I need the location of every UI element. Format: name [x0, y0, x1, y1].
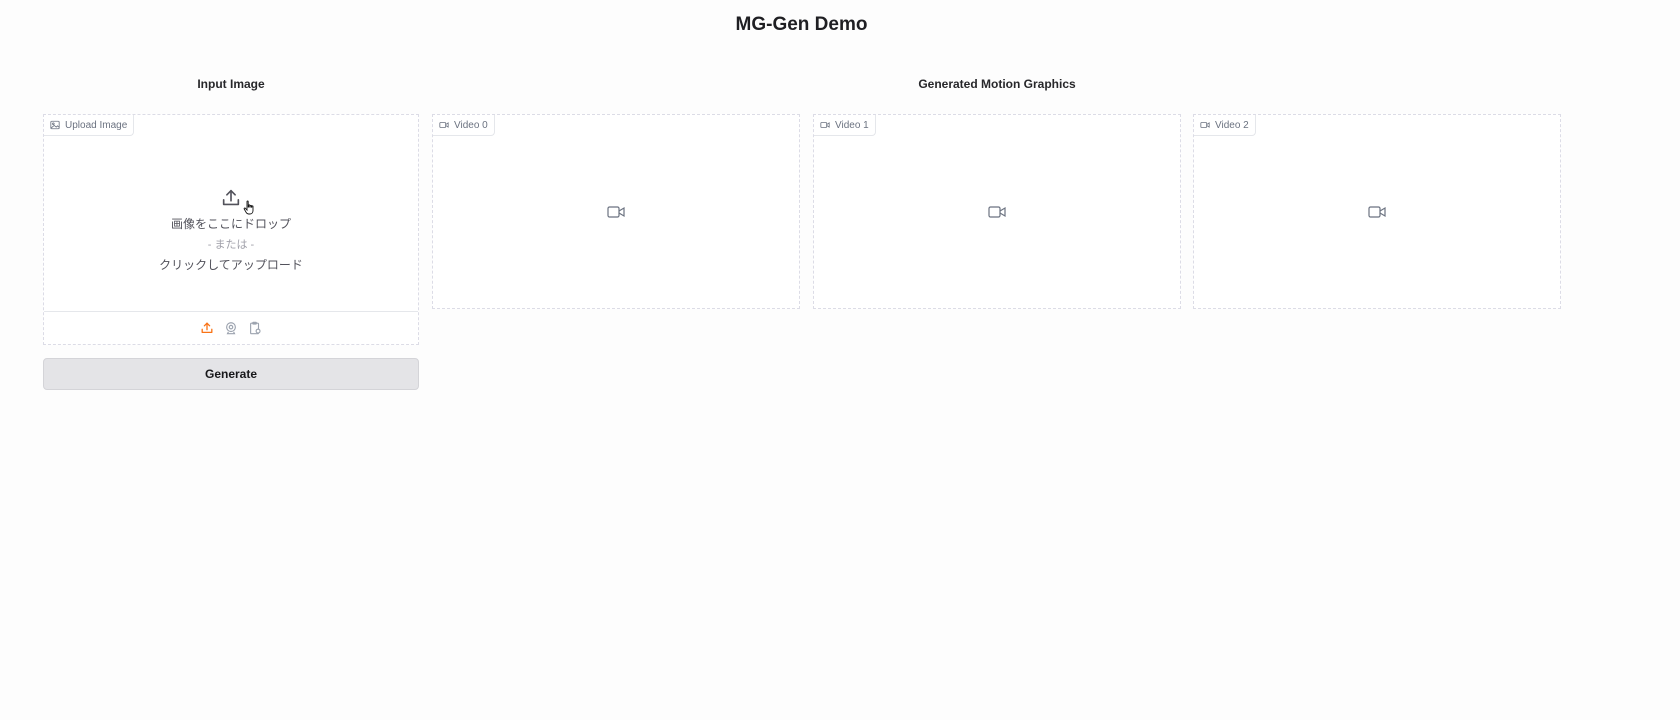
page-title: MG-Gen Demo	[735, 14, 868, 35]
video-0-label: Video 0	[454, 119, 488, 131]
clipboard-icon	[250, 321, 261, 335]
upload-icon	[201, 322, 213, 334]
input-image-heading: Input Image	[197, 77, 265, 91]
upload-image-tag-label: Upload Image	[65, 119, 128, 131]
image-upload-panel: Upload Image 画像をここにドロップ - または - クリックしてアッ…	[43, 114, 419, 345]
video-2-tag: Video 2	[1194, 115, 1256, 136]
video-0-tag: Video 0	[433, 115, 495, 136]
image-drop-zone[interactable]: 画像をここにドロップ - または - クリックしてアップロード	[44, 135, 418, 311]
app-page: MG-Gen Demo Input Image Generated Motion…	[0, 0, 1680, 720]
video-placeholder-icon	[1368, 205, 1386, 218]
upload-source-button[interactable]	[199, 320, 215, 336]
hand-cursor-icon	[243, 200, 254, 215]
clipboard-source-button[interactable]	[247, 320, 263, 336]
source-selector-bar	[44, 311, 418, 344]
upload-image-tag: Upload Image	[44, 115, 135, 136]
video-2-panel: Video 2	[1193, 114, 1561, 309]
drop-here-text: 画像をここにドロップ	[170, 217, 291, 231]
image-icon	[50, 120, 60, 130]
video-icon	[439, 122, 449, 128]
video-placeholder-icon	[988, 205, 1006, 218]
video-1-tag: Video 1	[814, 115, 876, 136]
video-1-label: Video 1	[835, 119, 869, 131]
video-1-panel: Video 1	[813, 114, 1181, 309]
or-text: - または -	[207, 239, 255, 251]
upload-icon	[222, 189, 240, 206]
click-to-upload-text: クリックしてアップロード	[159, 258, 303, 272]
webcam-icon	[226, 322, 236, 335]
video-icon	[820, 122, 830, 128]
video-placeholder-icon	[607, 205, 625, 218]
generated-motion-graphics-heading: Generated Motion Graphics	[918, 77, 1076, 91]
generate-button[interactable]: Generate	[43, 358, 419, 390]
webcam-source-button[interactable]	[223, 320, 239, 336]
video-2-label: Video 2	[1215, 119, 1249, 131]
video-0-panel: Video 0	[432, 114, 800, 309]
video-icon	[1200, 122, 1210, 128]
